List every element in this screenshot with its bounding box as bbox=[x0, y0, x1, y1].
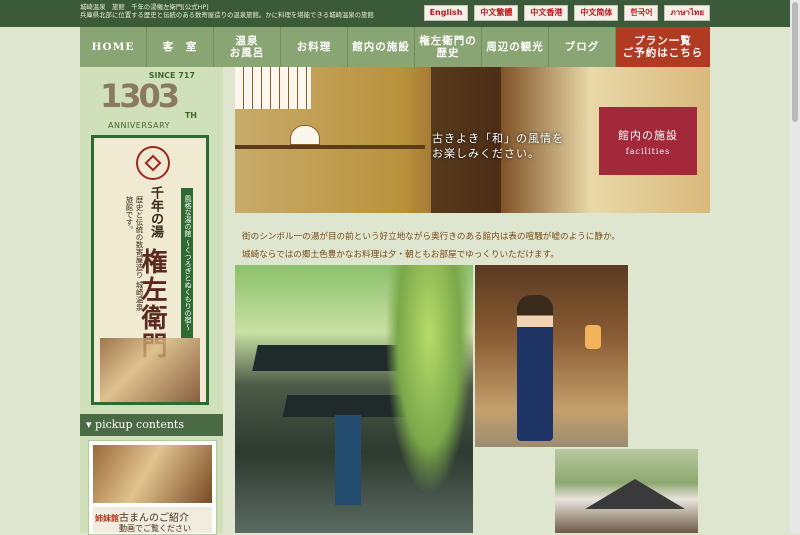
site-description-line-1: 城崎温泉 旅館 千年の湯権左衛門[公式HP] bbox=[80, 3, 209, 11]
pickup-card[interactable]: 姉妹館 古まんのご紹介 動画でご覧ください bbox=[88, 440, 217, 535]
lang-simplified-chinese-link[interactable]: 中文简体 bbox=[574, 5, 619, 21]
site-description: 城崎温泉 旅館 千年の湯権左衛門[公式HP] 兵庫県北部に位置する歴史と伝統のあ… bbox=[80, 3, 460, 19]
sidebar: SINCE 717 1303 TH ANNIVERSARY 千年の湯 歴史と伝統… bbox=[80, 67, 223, 535]
poster-photo bbox=[100, 338, 200, 402]
nav-hot-spring[interactable]: 温泉 お風呂 bbox=[214, 27, 281, 67]
facilities-button[interactable]: 館内の施設 facilities bbox=[599, 107, 697, 175]
pickup-arrow-icon: ▾ bbox=[86, 418, 96, 431]
lang-hongkong-chinese-link[interactable]: 中文香港 bbox=[524, 5, 569, 21]
photo-banner-flag bbox=[335, 415, 361, 505]
nav-history[interactable]: 権左衛門の 歴史 bbox=[415, 27, 482, 67]
photo-gable bbox=[585, 479, 685, 509]
lang-thai-link[interactable]: ภาษาไทย bbox=[664, 5, 710, 21]
top-bar: 城崎温泉 旅館 千年の湯権左衛門[公式HP] 兵庫県北部に位置する歴史と伝統のあ… bbox=[0, 0, 800, 27]
nav-cuisine[interactable]: お料理 bbox=[281, 27, 348, 67]
photo-ryokan-exterior bbox=[235, 265, 473, 533]
lang-english-link[interactable]: English bbox=[423, 5, 469, 21]
intro-line-1: 街のシンボル一の湯が目の前という好立地ながら奥行きのある館内は表の喧騒が嘘のよう… bbox=[242, 232, 620, 242]
hero-caption: 古きよき「和」の風情を お楽しみください。 bbox=[432, 132, 564, 160]
pickup-contents-heading: ▾ pickup contents bbox=[80, 414, 223, 436]
page-scrollbar[interactable] bbox=[790, 0, 800, 533]
pickup-card-badge: 姉妹館 bbox=[95, 514, 119, 523]
site-description-line-2: 兵庫県北部に位置する歴史と伝統のある数寄屋造りの温泉旅館。かに料理を堪能できる城… bbox=[80, 11, 374, 19]
language-selector: English 中文繁體 中文香港 中文简体 한국어 ภาษาไทย bbox=[423, 5, 710, 21]
photo-woman-figure bbox=[517, 295, 553, 441]
photo-lantern bbox=[585, 325, 601, 349]
photo-yukata-woman bbox=[475, 265, 628, 447]
facilities-title: 館内の施設 bbox=[618, 129, 678, 142]
nav-facilities[interactable]: 館内の施設 bbox=[348, 27, 415, 67]
plan-reservation-button[interactable]: プラン一覧 ご予約はこちら bbox=[616, 27, 710, 67]
hero-fan-ornament bbox=[290, 125, 320, 145]
facilities-subtitle: facilities bbox=[625, 147, 671, 156]
nav-home[interactable]: HOME bbox=[80, 27, 147, 67]
lang-traditional-chinese-link[interactable]: 中文繁體 bbox=[474, 5, 519, 21]
poster-tagline: 千年の湯 bbox=[148, 186, 163, 238]
pickup-card-subtitle: 動画でご覧ください bbox=[119, 524, 191, 533]
anniversary-number: 1303 bbox=[100, 77, 180, 115]
nav-sightseeing[interactable]: 周辺の観光 bbox=[482, 27, 549, 67]
ryokan-poster-banner[interactable]: 千年の湯 歴史と伝統の数寄屋造り 城崎温泉旅館です。 権左衛門 風格な湯の館 〜… bbox=[91, 135, 209, 405]
poster-side-banner: 風格な湯の館 〜くつろぎとぬくもりの宿〜 bbox=[181, 188, 193, 338]
intro-text: 街のシンボル一の湯が目の前という好立地ながら奥行きのある館内は表の喧騒が嘘のよう… bbox=[242, 228, 682, 264]
hero-shoji bbox=[235, 67, 311, 109]
anniversary-logo: SINCE 717 1303 TH ANNIVERSARY bbox=[100, 71, 203, 131]
hero-shelf bbox=[235, 145, 425, 149]
intro-line-2: 城崎ならではの郷土色豊かなお料理は夕・朝ともお部屋でゆっくりいただけます。 bbox=[242, 250, 559, 260]
nav-rooms[interactable]: 客 室 bbox=[147, 27, 214, 67]
pickup-card-title: 古まんのご紹介 bbox=[119, 513, 189, 524]
anniversary-text: ANNIVERSARY bbox=[108, 121, 171, 130]
pickup-title: pickup contents bbox=[95, 418, 184, 431]
main-nav: HOME 客 室 温泉 お風呂 お料理 館内の施設 権左衛門の 歴史 周辺の観光… bbox=[80, 27, 710, 67]
lang-korean-link[interactable]: 한국어 bbox=[624, 5, 659, 21]
pickup-card-image bbox=[93, 445, 212, 503]
photo-building-roof bbox=[555, 449, 698, 533]
photo-willow-tree bbox=[385, 265, 473, 495]
scrollbar-thumb[interactable] bbox=[792, 2, 798, 122]
family-crest-icon bbox=[136, 146, 170, 180]
anniversary-th: TH bbox=[184, 111, 197, 120]
hero-image: 古きよき「和」の風情を お楽しみください。 館内の施設 facilities bbox=[235, 67, 710, 213]
nav-blog[interactable]: ブログ bbox=[549, 27, 616, 67]
